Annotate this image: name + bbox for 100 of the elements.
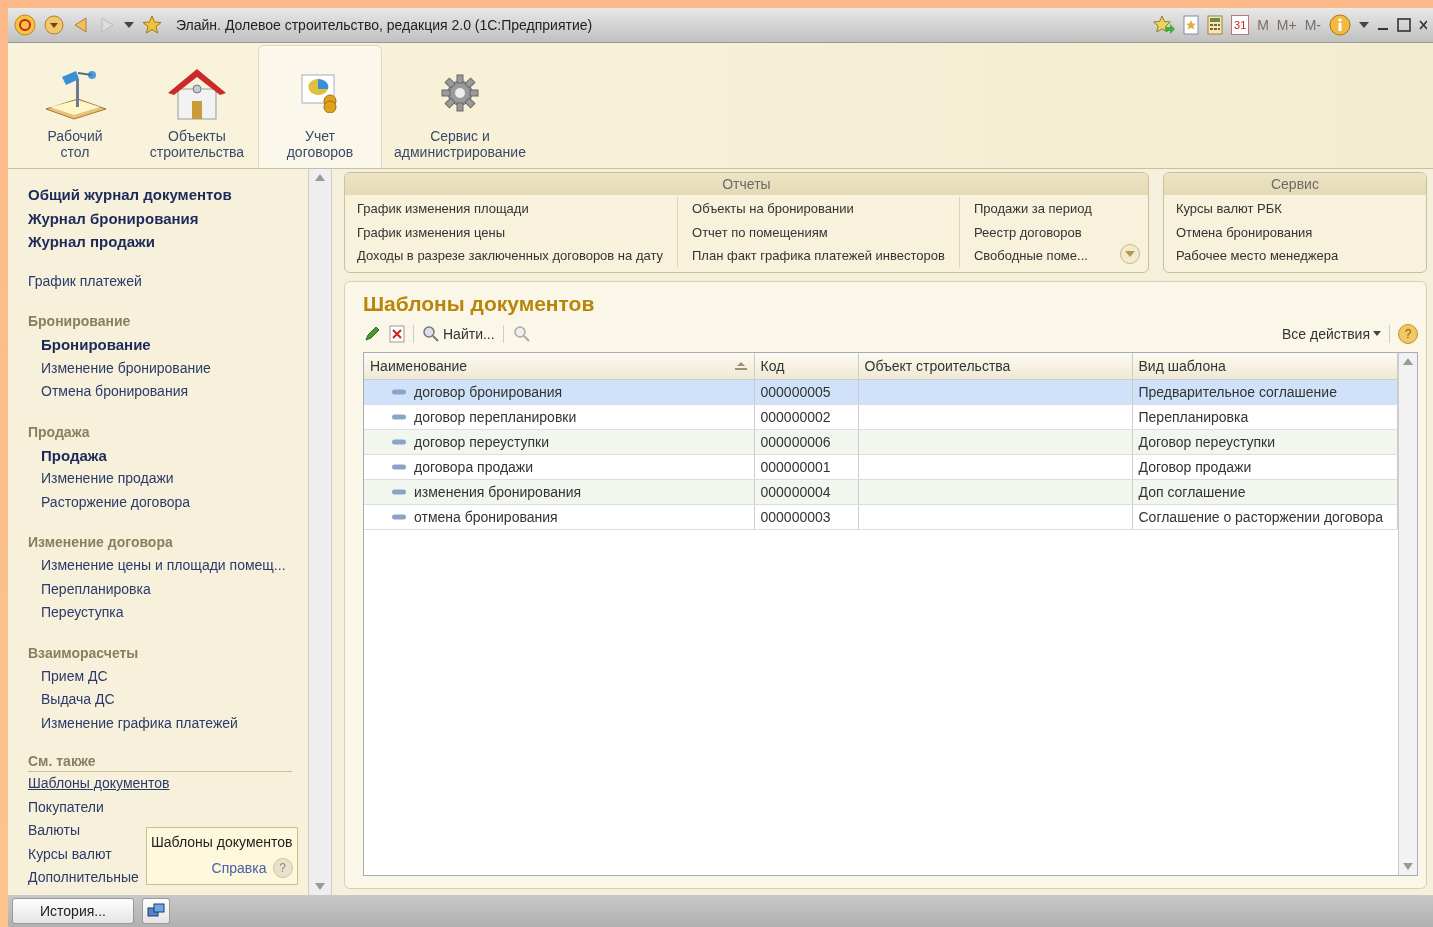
table-cell: 000000006	[754, 429, 858, 454]
scroll-down-icon[interactable]	[315, 883, 325, 891]
sidebar-link[interactable]: Дополнительные	[28, 866, 139, 890]
scroll-down-icon[interactable]	[1403, 863, 1413, 871]
find-button[interactable]: Найти...	[422, 324, 495, 343]
window-title: Элайн. Долевое строительство, редакция 2.0 (1С:Предприятие)	[176, 17, 593, 33]
table-cell: Доп соглашение	[1132, 479, 1398, 504]
column-header[interactable]: Объект строительства	[858, 352, 1132, 379]
report-link[interactable]: График изменения площади	[357, 197, 663, 221]
section-tab[interactable]: Сервис и администрирование	[382, 45, 538, 168]
sidebar-link[interactable]: Шаблоны документов	[28, 772, 170, 796]
star-arrow-icon[interactable]	[1153, 15, 1176, 35]
section-tab[interactable]: Учет договоров	[258, 45, 382, 168]
calculator-icon[interactable]	[1207, 15, 1224, 35]
sidebar-link[interactable]: Бронирование	[41, 333, 151, 357]
report-link[interactable]: График изменения цены	[357, 220, 663, 244]
sidebar-link[interactable]: Изменение продажи	[41, 467, 174, 491]
table-row[interactable]: договор переуступки 000000006 Договор переуступки	[364, 429, 1398, 454]
sidebar-link[interactable]: Выдача ДС	[41, 688, 115, 712]
table-row[interactable]: договор перепланировки 000000002 Перепланировка	[364, 404, 1398, 429]
sidebar-link[interactable]: Изменение цены и площади помещ...	[41, 554, 286, 578]
dropdown-icon[interactable]	[44, 15, 64, 35]
item-icon	[392, 513, 406, 520]
table-cell: Предварительное соглашение	[1132, 379, 1398, 404]
history-button[interactable]: История...	[12, 898, 134, 924]
report-link[interactable]: План факт графика платежей инвесторов	[692, 244, 945, 268]
section-tab[interactable]: Рабочий стол	[14, 45, 136, 168]
sidebar-link[interactable]: Продажа	[41, 443, 107, 467]
sidebar-link[interactable]: Изменение бронирование	[41, 356, 211, 380]
service-link[interactable]: Отмена бронирования	[1175, 220, 1339, 244]
sidebar-link[interactable]: Общий журнал документов	[28, 183, 232, 207]
sidebar-link[interactable]: Перепланировка	[41, 577, 151, 601]
sidebar-link[interactable]: Курсы валют	[28, 842, 112, 866]
scroll-up-icon[interactable]	[315, 173, 325, 181]
caret-icon[interactable]	[124, 22, 134, 28]
sidebar-link[interactable]: Валюты	[28, 819, 80, 843]
maximize-icon[interactable]	[1397, 18, 1411, 32]
column-header[interactable]: Вид шаблона	[1132, 352, 1398, 379]
windows-button[interactable]	[142, 898, 170, 924]
sidebar-link[interactable]: Прием ДС	[41, 664, 108, 688]
report-link[interactable]: Свободные поме...	[973, 244, 1092, 268]
sidebar-link[interactable]: График платежей	[28, 269, 142, 293]
sidebar-link[interactable]: Журнал продажи	[28, 230, 155, 254]
report-link[interactable]: Доходы в разрезе заключенных договоров на дату	[357, 244, 663, 268]
sidebar-link[interactable]: Журнал бронирования	[28, 206, 199, 230]
column-header[interactable]: Код	[754, 352, 858, 379]
group-header: Изменение договора	[28, 533, 173, 552]
sidebar-link[interactable]: Покупатели	[28, 795, 104, 819]
bookmark-icon[interactable]	[1183, 15, 1200, 35]
help-button[interactable]: ?	[1398, 323, 1418, 344]
table-row[interactable]: договора продажи 000000001 Договор продажи	[364, 454, 1398, 479]
caret-icon	[1373, 331, 1381, 336]
table-cell: Соглашение о расторжении договора	[1132, 504, 1398, 529]
back-icon[interactable]	[72, 16, 90, 34]
info-icon[interactable]	[1329, 14, 1351, 36]
memory-button[interactable]: M	[1257, 17, 1269, 33]
report-link[interactable]: Реестр договоров	[973, 220, 1092, 244]
panel-header: Отчеты	[345, 173, 1148, 195]
search-icon	[422, 324, 440, 343]
item-icon	[392, 388, 406, 395]
sidebar-link[interactable]: Переуступка	[41, 601, 124, 625]
report-link[interactable]: Объекты на бронировании	[692, 197, 945, 221]
logo-icon[interactable]	[14, 14, 36, 36]
table-row[interactable]: договор бронирования 000000005 Предварительное соглашение	[364, 379, 1398, 404]
form-title: Шаблоны документов	[363, 291, 596, 316]
sidebar-link[interactable]: Отмена бронирования	[41, 380, 189, 404]
section-tab[interactable]: Объекты строительства	[136, 45, 258, 168]
table-cell: Договор переуступки	[1132, 429, 1398, 454]
table-cell: 000000001	[754, 454, 858, 479]
delete-icon[interactable]	[389, 324, 405, 343]
table-row[interactable]: отмена бронирования 000000003 Соглашение о расторжении договора	[364, 504, 1398, 529]
sidebar-link[interactable]: Расторжение договора	[41, 490, 191, 514]
table-cell: отмена бронирования	[414, 508, 558, 525]
sidebar-link[interactable]: Изменение графика платежей	[41, 711, 238, 735]
scrollbar[interactable]	[1398, 352, 1417, 875]
cancel-search-icon[interactable]	[511, 324, 532, 343]
group-header: Бронирование	[28, 312, 131, 331]
expand-button[interactable]	[1119, 243, 1140, 264]
table-cell: договор переуступки	[414, 433, 549, 450]
pencil-icon[interactable]	[363, 324, 381, 343]
report-link[interactable]: Продажи за период	[973, 197, 1092, 221]
group-header: Продажа	[28, 422, 90, 442]
column-header[interactable]: Наименование	[364, 352, 754, 379]
table-cell: договор бронирования	[414, 383, 563, 400]
caret-icon[interactable]	[1359, 22, 1369, 28]
windows-icon	[147, 903, 165, 919]
pie-chart-coins-icon	[300, 73, 340, 113]
scrollbar[interactable]	[308, 169, 332, 895]
star-icon[interactable]	[142, 15, 162, 35]
service-link[interactable]: Рабочее место менеджера	[1175, 244, 1339, 268]
sort-icon[interactable]	[733, 360, 748, 371]
service-link[interactable]: Курсы валют РБК	[1175, 197, 1339, 221]
calendar-button[interactable]: 31	[1231, 15, 1250, 35]
close-icon[interactable]	[1419, 19, 1427, 31]
help-link[interactable]: Справка	[211, 860, 267, 876]
report-link[interactable]: Отчет по помещениям	[692, 220, 945, 244]
all-actions-button[interactable]: Все действия	[1281, 325, 1381, 342]
scroll-up-icon[interactable]	[1403, 356, 1413, 365]
table-cell: 000000003	[754, 504, 858, 529]
table-row[interactable]: изменения бронирования 000000004 Доп соглашение	[364, 479, 1398, 504]
